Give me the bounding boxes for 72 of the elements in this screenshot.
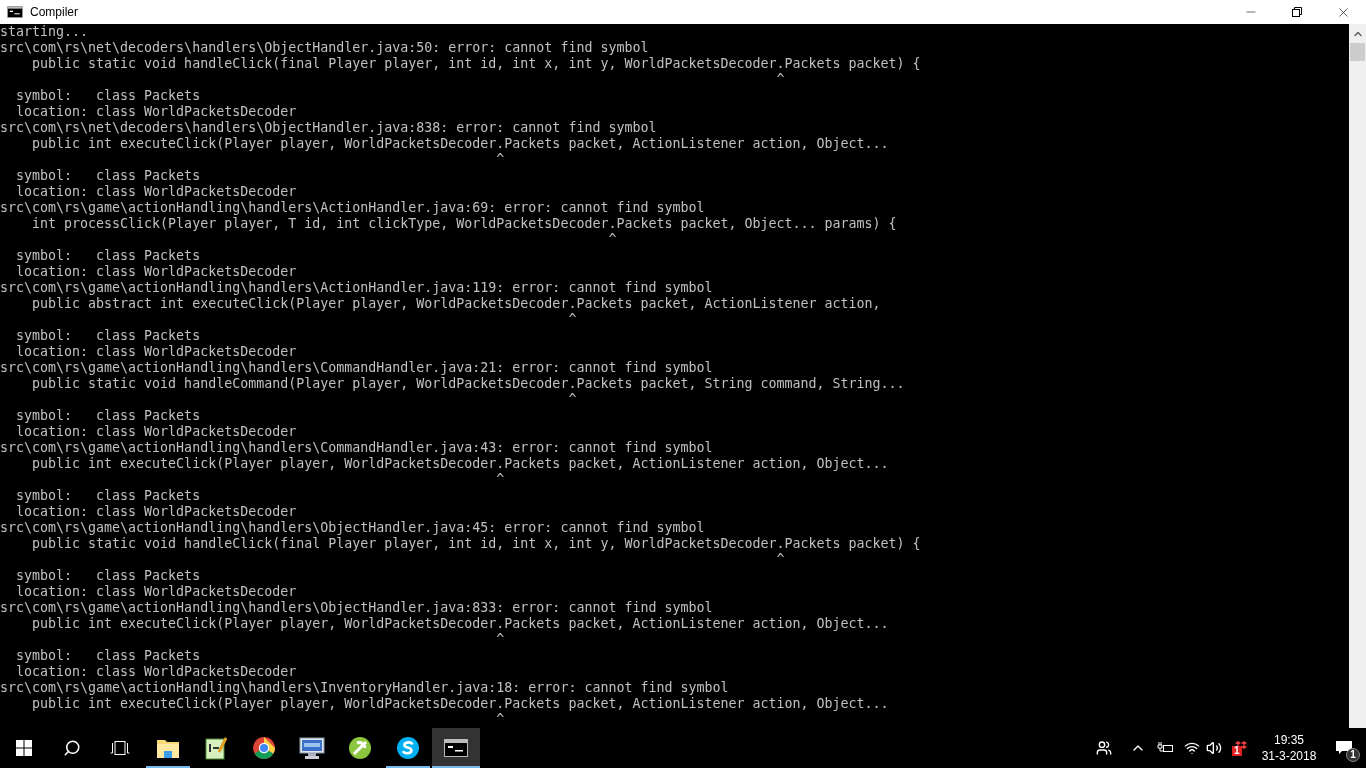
monitor-icon bbox=[299, 736, 325, 760]
console-line: starting... bbox=[0, 24, 89, 40]
chrome-icon bbox=[252, 736, 276, 760]
running-indicator bbox=[146, 766, 190, 768]
notepad-icon bbox=[205, 736, 227, 760]
console-line: src\com\rs\game\actionHandling\handlers\ObjectHandler.java:833: error: cannot find symbol bbox=[0, 600, 713, 616]
console-line: src\com\rs\game\actionHandling\handlers\ActionHandler.java:69: error: cannot find symbol bbox=[0, 200, 705, 216]
console-line: public int executeClick(Player player, WorldPacketsDecoder.Packets packet, ActionListener action, Object... bbox=[31, 696, 889, 712]
console-line: symbol: class Packets bbox=[15, 248, 201, 264]
console-line: symbol: class Packets bbox=[15, 168, 201, 184]
wifi-icon[interactable] bbox=[1184, 740, 1200, 756]
tray-badge: 1 bbox=[1232, 746, 1242, 756]
notification-badge: 1 bbox=[1346, 748, 1360, 762]
console-line: ^ bbox=[567, 392, 577, 408]
notification-icon bbox=[1336, 741, 1352, 755]
console-line: public static void handleCommand(Player player, WorldPacketsDecoder.Packets packet, String command, String... bbox=[31, 376, 905, 392]
console-line: symbol: class Packets bbox=[15, 328, 201, 344]
running-indicator bbox=[432, 766, 480, 768]
console-line: location: class WorldPacketsDecoder bbox=[15, 424, 297, 440]
clock-date[interactable]: 31-3-2018 bbox=[1261, 748, 1317, 764]
console-line: ^ bbox=[607, 232, 617, 248]
scrollbar-thumb[interactable] bbox=[1350, 43, 1365, 61]
clock-time[interactable]: 19:35 bbox=[1274, 732, 1304, 748]
console-line: public int executeClick(Player player, WorldPacketsDecoder.Packets packet, ActionListener action, Object... bbox=[31, 136, 889, 152]
console-line: ^ bbox=[775, 552, 785, 568]
console-line: src\com\rs\game\actionHandling\handlers\CommandHandler.java:43: error: cannot find symbol bbox=[0, 440, 713, 456]
people-icon[interactable] bbox=[1096, 740, 1112, 756]
console-line: public abstract int executeClick(Player player, WorldPacketsDecoder.Packets packet, ActionListener action, bbox=[31, 296, 881, 312]
console-line: ^ bbox=[495, 632, 505, 648]
skype-icon bbox=[396, 736, 420, 760]
console-line: ^ bbox=[495, 712, 505, 728]
console-line: src\com\rs\game\actionHandling\handlers\CommandHandler.java:21: error: cannot find symbol bbox=[0, 360, 713, 376]
console-line: location: class WorldPacketsDecoder bbox=[15, 584, 297, 600]
console-icon bbox=[7, 6, 23, 18]
console-line: location: class WorldPacketsDecoder bbox=[15, 664, 297, 680]
console-line: symbol: class Packets bbox=[15, 88, 201, 104]
console-line: src\com\rs\game\actionHandling\handlers\ActionHandler.java:119: error: cannot find symbol bbox=[0, 280, 713, 296]
console-line: symbol: class Packets bbox=[15, 648, 201, 664]
search-icon bbox=[63, 739, 81, 757]
console-line: int processClick(Player player, T id, int clickType, WorldPacketsDecoder.Packets packet, Object... params) { bbox=[31, 216, 897, 232]
console-line: public static void handleClick(final Player player, int id, int x, int y, WorldPacketsDecoder.Packets packet) { bbox=[31, 536, 921, 552]
console-line: location: class WorldPacketsDecoder bbox=[15, 504, 297, 520]
console-line: src\com\rs\game\actionHandling\handlers\InventoryHandler.java:18: error: cannot find symbol bbox=[0, 680, 729, 696]
console-line: src\com\rs\net\decoders\handlers\ObjectHandler.java:50: error: cannot find symbol bbox=[0, 40, 649, 56]
console-line: ^ bbox=[495, 472, 505, 488]
restore-icon bbox=[1292, 7, 1302, 17]
taskbar-app[interactable] bbox=[432, 728, 480, 768]
console-line: symbol: class Packets bbox=[15, 568, 201, 584]
console-line: src\com\rs\net\decoders\handlers\ObjectHandler.java:838: error: cannot find symbol bbox=[0, 120, 657, 136]
folder-icon bbox=[156, 737, 180, 759]
console-line: symbol: class Packets bbox=[15, 488, 201, 504]
window-title: Compiler bbox=[30, 4, 78, 21]
console-line: ^ bbox=[495, 152, 505, 168]
battery-icon[interactable] bbox=[1156, 742, 1174, 754]
console-line: ^ bbox=[567, 312, 577, 328]
console-line: public int executeClick(Player player, WorldPacketsDecoder.Packets packet, ActionListener action, Object... bbox=[31, 456, 889, 472]
console-line: public int executeClick(Player player, WorldPacketsDecoder.Packets packet, ActionListener action, Object... bbox=[31, 616, 889, 632]
console-line: location: class WorldPacketsDecoder bbox=[15, 264, 297, 280]
console-icon bbox=[444, 739, 468, 757]
console-line: location: class WorldPacketsDecoder bbox=[15, 184, 297, 200]
console-line: location: class WorldPacketsDecoder bbox=[15, 104, 297, 120]
console-line: location: class WorldPacketsDecoder bbox=[15, 344, 297, 360]
running-indicator bbox=[386, 766, 430, 768]
console-line: symbol: class Packets bbox=[15, 408, 201, 424]
scrollbar[interactable] bbox=[1349, 24, 1366, 728]
windows-icon bbox=[16, 740, 32, 756]
console-line: ^ bbox=[775, 72, 785, 88]
volume-icon[interactable] bbox=[1206, 740, 1222, 756]
action-center-button[interactable]: 1 bbox=[1322, 728, 1366, 768]
console-line: src\com\rs\game\actionHandling\handlers\ObjectHandler.java:45: error: cannot find symbol bbox=[0, 520, 705, 536]
console-line: public static void handleClick(final Player player, int id, int x, int y, WorldPacketsDecoder.Packets packet) { bbox=[31, 56, 921, 72]
task-view-icon bbox=[110, 741, 130, 755]
